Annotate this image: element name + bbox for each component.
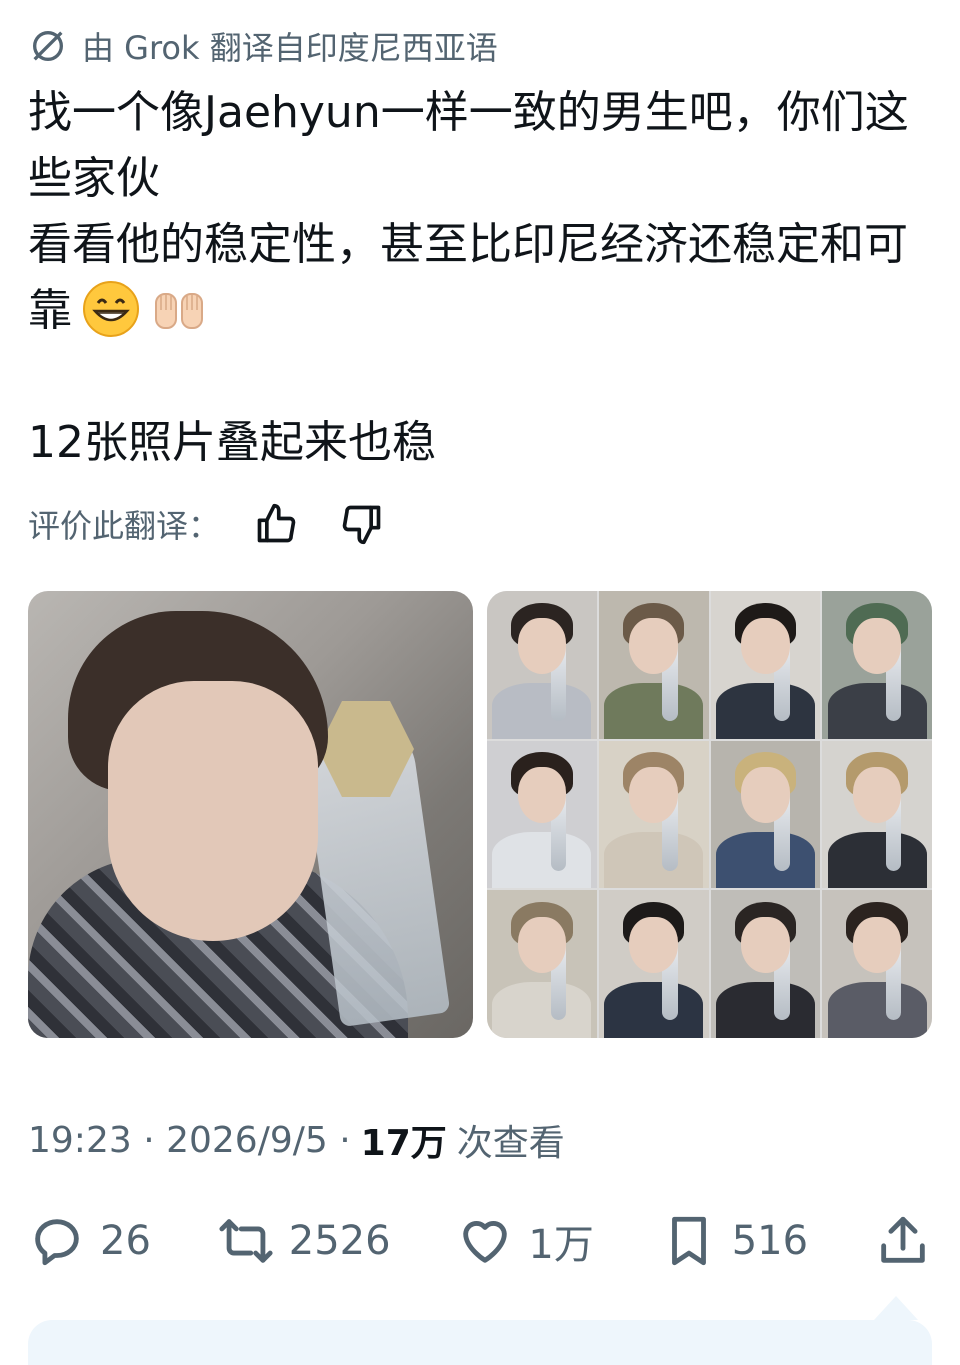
grid-photo[interactable] bbox=[598, 890, 709, 1038]
photo-grid[interactable] bbox=[487, 591, 932, 1038]
grid-photo[interactable] bbox=[710, 740, 821, 889]
grid-photo[interactable] bbox=[487, 740, 597, 889]
grid-photo[interactable] bbox=[598, 591, 709, 739]
reply-card-tip bbox=[874, 1296, 918, 1320]
tweet-line-3: 12张照片叠起来也稳 bbox=[28, 417, 436, 468]
grid-photo[interactable] bbox=[487, 890, 597, 1038]
repost-button[interactable]: 2526 bbox=[217, 1212, 391, 1270]
bookmark-count: 516 bbox=[731, 1218, 809, 1264]
reply-card bbox=[28, 1320, 932, 1365]
timestamp-text: 19:23 · 2026/9/5 · bbox=[28, 1119, 351, 1161]
views-label: 次查看 bbox=[456, 1123, 565, 1164]
grid-photo[interactable] bbox=[822, 890, 932, 1038]
share-button[interactable] bbox=[874, 1212, 932, 1270]
tweet-media bbox=[28, 591, 932, 1038]
grid-photo[interactable] bbox=[598, 740, 709, 889]
thumbs-up-icon[interactable] bbox=[254, 502, 298, 546]
bookmark-icon bbox=[671, 1216, 706, 1266]
reply-icon bbox=[35, 1219, 79, 1266]
views-count: 17万 bbox=[360, 1123, 447, 1164]
reply-count: 26 bbox=[100, 1218, 151, 1264]
grid-photo[interactable] bbox=[822, 591, 932, 739]
translate-slash-icon bbox=[33, 31, 63, 61]
reply-button[interactable]: 26 bbox=[28, 1212, 151, 1270]
tweet-line-2: 看看他的稳定性，甚至比印尼经济还稳定和可靠 bbox=[28, 212, 938, 344]
tweet-timestamp: 19:23 · 2026/9/5 · 17万 次查看 bbox=[28, 1114, 565, 1166]
action-bar: 26 2526 1万 516 bbox=[28, 1206, 932, 1276]
photo-closeup[interactable] bbox=[28, 591, 473, 1038]
tweet-text: 找一个像Jaehyun一样一致的男生吧，你们这些家伙 看看他的稳定性，甚至比印尼… bbox=[28, 80, 938, 476]
grid-photo[interactable] bbox=[710, 890, 821, 1038]
rate-translation-label: 评价此翻译： bbox=[28, 507, 221, 545]
grid-photo[interactable] bbox=[822, 740, 932, 889]
like-button[interactable]: 1万 bbox=[456, 1212, 594, 1270]
repost-icon bbox=[219, 1219, 273, 1263]
translation-notice: 由 Grok 翻译自印度尼西亚语 bbox=[28, 22, 498, 70]
repost-count: 2526 bbox=[288, 1218, 391, 1264]
share-icon bbox=[881, 1216, 925, 1263]
bookmark-button[interactable]: 516 bbox=[660, 1212, 808, 1270]
thumbs-down-icon[interactable] bbox=[340, 502, 384, 546]
grid-photo[interactable] bbox=[710, 591, 821, 739]
raising-hands-emoji-icon bbox=[150, 280, 208, 338]
grinning-face-emoji-icon bbox=[82, 280, 140, 338]
translation-label: 由 Grok 翻译自印度尼西亚语 bbox=[82, 29, 498, 67]
heart-icon bbox=[463, 1221, 508, 1263]
grid-photo[interactable] bbox=[487, 591, 597, 739]
tweet-line-1: 找一个像Jaehyun一样一致的男生吧，你们这些家伙 bbox=[28, 87, 909, 204]
like-count: 1万 bbox=[528, 1222, 594, 1268]
rate-translation: 评价此翻译： bbox=[28, 496, 384, 552]
